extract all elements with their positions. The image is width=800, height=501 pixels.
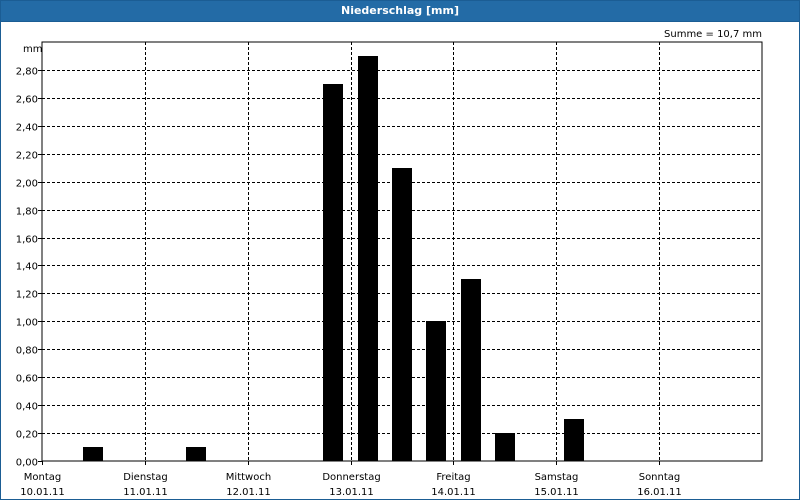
bar [323,84,343,461]
x-tick-day-label: Montag [24,472,61,483]
bar [461,279,481,461]
y-axis-unit: mm [23,44,42,55]
y-tick-label: 1,80 [16,207,38,218]
precipitation-chart: 0,00 0,20 0,40 0,60 0,80 1,00 1,20 1,40 1,60 1,80… [16,29,763,498]
y-tick-label: 2,80 [16,67,38,78]
x-axis-ticks: Montag 10.01.11 Dienstag 11.01.11 Mittwoch 12… [20,461,682,498]
x-tick-day-label: Sonntag [639,472,681,483]
y-tick-label: 0,20 [16,430,38,441]
bar [564,419,584,461]
x-tick-day-label: Donnerstag [322,472,380,483]
bar [392,168,412,461]
y-tick-label: 0,40 [16,402,38,413]
y-tick-label: 1,60 [16,235,38,246]
y-tick-label: 0,00 [16,458,38,469]
x-tick-date-label: 13.01.11 [329,487,374,498]
y-axis-ticks: 0,00 0,20 0,40 0,60 0,80 1,00 1,20 1,40 1,60 1,80… [16,67,42,469]
x-tick-date-label: 10.01.11 [20,487,65,498]
y-tick-label: 1,20 [16,290,38,301]
y-tick-label: 2,60 [16,95,38,106]
y-tick-label: 2,40 [16,123,38,134]
x-tick-date-label: 14.01.11 [431,487,476,498]
x-tick-date-label: 12.01.11 [226,487,271,498]
sum-label: Summe = 10,7 mm [664,29,762,40]
y-tick-label: 1,40 [16,262,38,273]
x-tick-date-label: 11.01.11 [123,487,168,498]
bar [83,447,103,461]
bar [186,447,206,461]
bars [83,56,584,461]
x-tick-day-label: Freitag [436,472,470,483]
x-tick-day-label: Dienstag [123,472,168,483]
bar [358,56,378,461]
chart-window: Niederschlag [mm] 0,00 0,20 0,40 0,60 0,80 1,… [0,0,800,500]
x-tick-day-label: Mittwoch [226,472,271,483]
x-tick-day-label: Samstag [535,472,579,483]
x-tick-date-label: 15.01.11 [534,487,579,498]
y-tick-label: 0,80 [16,346,38,357]
y-tick-label: 2,00 [16,179,38,190]
bar [495,433,515,461]
y-tick-label: 1,00 [16,318,38,329]
y-tick-label: 0,60 [16,374,38,385]
bar [426,321,446,461]
y-tick-label: 2,20 [16,151,38,162]
x-tick-date-label: 16.01.11 [637,487,682,498]
